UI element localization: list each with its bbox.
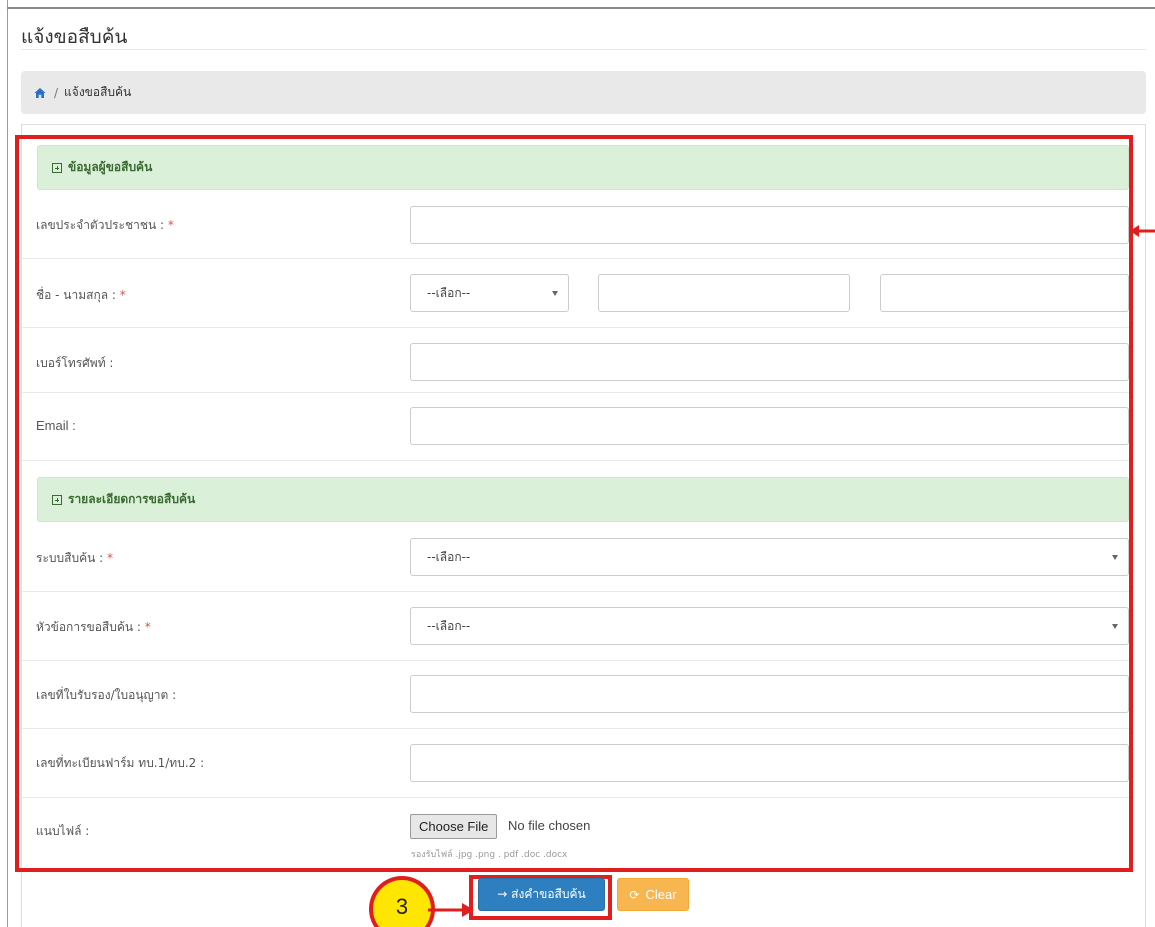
row-divider [22,660,1129,661]
farm-reg-no-label: เลขที่ทะเบียนฟาร์ม ทบ.1/ทบ.2 : [36,756,205,770]
email-input[interactable] [410,407,1129,445]
expand-square-icon [52,162,62,173]
farm-reg-no-input[interactable] [410,744,1129,782]
row-divider [22,728,1129,729]
expand-square-icon [52,494,62,505]
file-status-text: No file chosen [508,818,591,833]
submit-request-button[interactable]: → ส่งคำขอสืบค้น [478,878,605,911]
name-prefix-select[interactable]: --เลือก-- [410,274,569,312]
license-no-label: เลขที่ใบรับรอง/ใบอนุญาต : [36,688,177,702]
breadcrumb-current: แจ้งขอสืบค้น [64,85,132,99]
license-no-input[interactable] [410,675,1129,713]
citizen-id-label: เลขประจำตัวประชาชน : * [36,218,174,232]
page-title: แจ้งขอสืบค้น [21,26,128,48]
arrow-left-icon [1130,225,1155,237]
breadcrumb: / แจ้งขอสืบค้น [21,71,1146,114]
search-system-label: ระบบสืบค้น : * [36,551,113,565]
phone-label: เบอร์โทรศัพท์ : [36,356,114,370]
breadcrumb-separator: / [54,85,59,100]
section-details-header[interactable]: รายละเอียดการขอสืบค้น [37,477,1129,522]
chevron-down-icon [1112,555,1118,560]
section-requester-header[interactable]: ข้อมูลผู้ขอสืบค้น [37,145,1129,190]
row-divider [22,258,1129,259]
citizen-id-input[interactable] [410,206,1129,244]
full-name-label: ชื่อ - นามสกุล : * [36,288,126,302]
refresh-icon: ⟳ [629,887,640,902]
row-divider [22,591,1129,592]
phone-input[interactable] [410,343,1129,381]
clear-button[interactable]: ⟳ Clear [617,878,689,911]
window-frame-top [7,7,1155,9]
clear-button-label: Clear [645,887,677,902]
row-divider [22,797,1129,798]
title-divider [21,49,1146,50]
search-topic-select[interactable]: --เลือก-- [410,607,1129,645]
window-frame-left [7,0,8,927]
email-label: Email : [36,418,76,433]
search-topic-label: หัวข้อการขอสืบค้น : * [36,620,151,634]
section-title: รายละเอียดการขอสืบค้น [68,492,196,506]
attachment-label: แนบไฟล์ : [36,824,90,838]
search-system-select[interactable]: --เลือก-- [410,538,1129,576]
row-divider [22,460,1129,461]
last-name-input[interactable] [880,274,1129,312]
chevron-down-icon [1112,624,1118,629]
arrow-right-icon [428,903,474,917]
chevron-down-icon [552,291,558,296]
first-name-input[interactable] [598,274,850,312]
choose-file-button[interactable]: Choose File [410,814,498,839]
step-number: 3 [373,880,431,927]
row-divider [22,327,1129,328]
section-title: ข้อมูลผู้ขอสืบค้น [68,160,153,174]
form-panel [21,124,1146,927]
row-divider [22,392,1129,393]
home-icon[interactable] [34,87,46,99]
file-type-hint: รองรับไฟล์ .jpg .png . pdf .doc .docx [411,850,568,860]
